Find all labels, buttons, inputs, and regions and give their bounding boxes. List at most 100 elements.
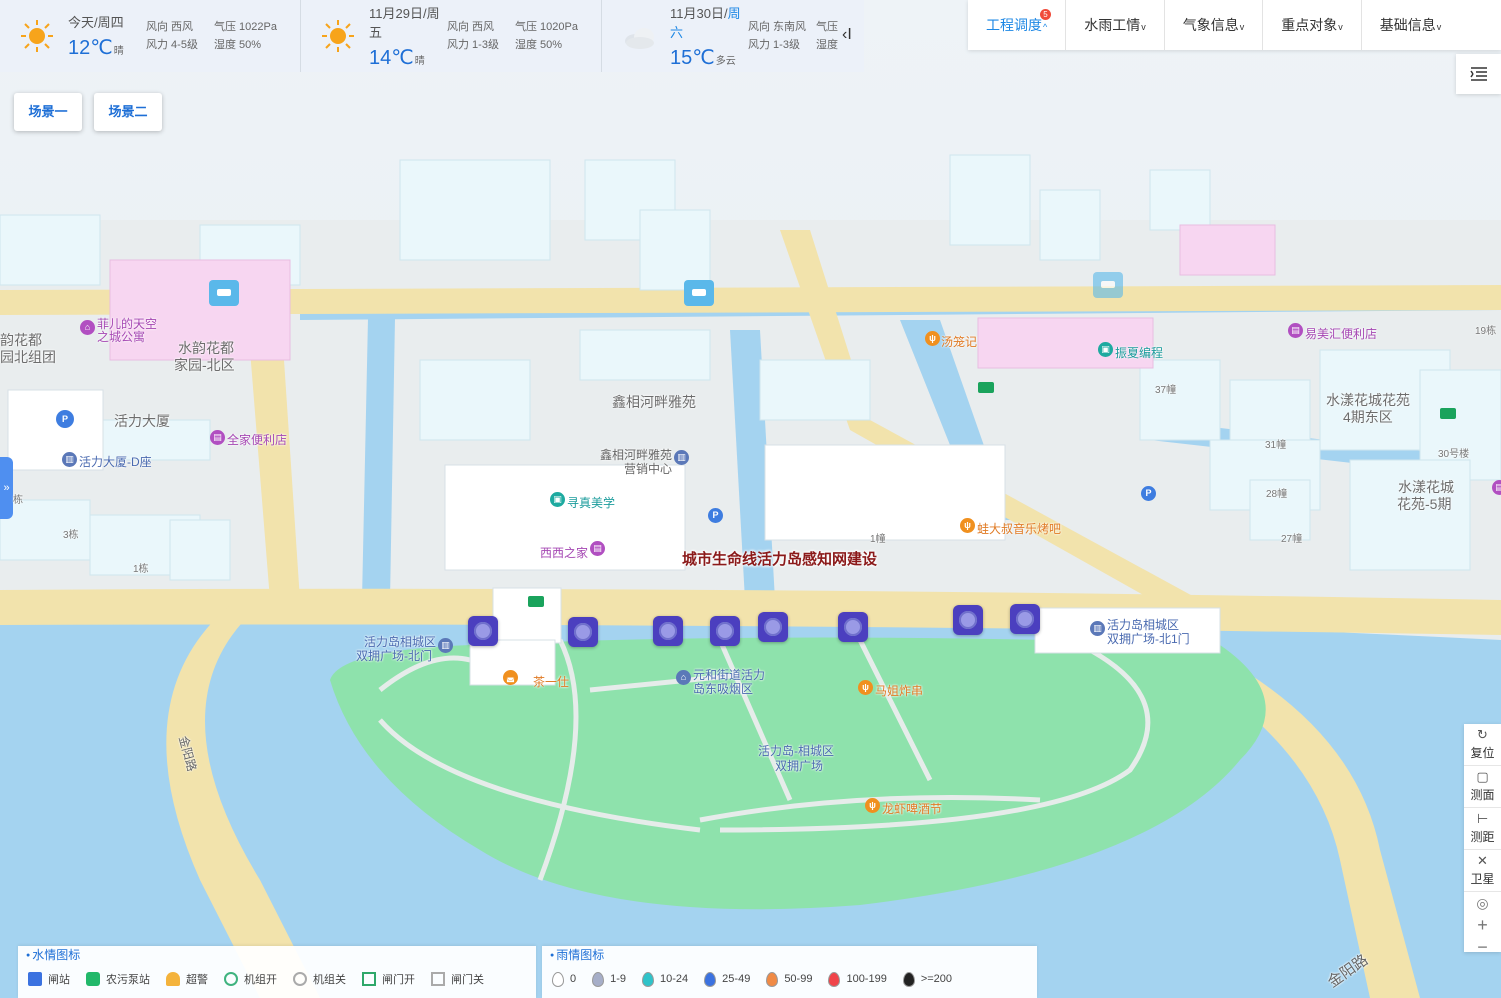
weather-day-2: 11月30日/周六 15℃多云 风向 东南风 风力 1-3级 气压 湿度 xyxy=(601,0,864,72)
legend-item: 机组开 xyxy=(224,971,277,987)
sensor-marker[interactable] xyxy=(838,612,868,642)
map-label: 双拥广场-北门 xyxy=(356,649,432,663)
map-label: 蛙大叔音乐烤吧 xyxy=(977,522,1062,536)
zoom-in-button[interactable]: + xyxy=(1464,914,1501,936)
building-icon[interactable]: ▥ xyxy=(674,450,689,465)
building-number: 31幢 xyxy=(1265,440,1287,451)
reset-button[interactable]: ↻ 复位 xyxy=(1464,724,1501,766)
raindrop-icon xyxy=(766,971,779,987)
water-legend: 水情图标 闸站 农污泵站 超警 机组开 机组关 闸门开 闸门关 xyxy=(18,946,536,998)
weather-bar: 今天/周四 12℃晴 风向 西风 风力 4-5级 气压 1022Pa 湿度 50% … xyxy=(0,0,864,72)
legend-item: 0 xyxy=(552,971,576,987)
map-label: 寻真美学 xyxy=(567,496,616,510)
pump-station-icon[interactable] xyxy=(1093,272,1123,298)
store-icon[interactable]: ▤ xyxy=(590,541,605,556)
humidity: 湿度 50% xyxy=(515,39,563,51)
parking-icon[interactable]: P xyxy=(1141,486,1156,501)
notification-badge: 5 xyxy=(1040,9,1051,20)
store-icon[interactable]: ▤ xyxy=(210,430,225,445)
map-label: 振夏编程 xyxy=(1115,346,1164,360)
measure-distance-button[interactable]: ⊢ 测距 xyxy=(1464,808,1501,850)
education-icon[interactable]: ▣ xyxy=(1098,342,1113,357)
map-label: 鑫相河畔雅苑 xyxy=(612,394,696,410)
map-label: 家园-北区 xyxy=(174,357,235,373)
legend-item: 100-199 xyxy=(828,971,887,987)
smoking-area-icon[interactable]: ⌂ xyxy=(676,670,691,685)
map-label: 营销中心 xyxy=(624,462,673,476)
menu-basic-info[interactable]: 基础信息v xyxy=(1362,0,1460,50)
pump-station-icon[interactable] xyxy=(209,280,239,306)
building-number: 19栋 xyxy=(1475,326,1497,337)
parking-icon[interactable]: P xyxy=(708,508,723,523)
pump-station-icon[interactable] xyxy=(684,280,714,306)
sun-icon xyxy=(21,20,53,52)
map-label: 全家便利店 xyxy=(227,433,288,447)
map-tools-panel: ↻ 复位 ▢ 测面 ⊢ 测距 ✕ 卫星 ◎ + − xyxy=(1464,724,1501,957)
sluice-station-icon[interactable] xyxy=(1440,408,1456,419)
layer-list-button[interactable] xyxy=(1456,54,1501,94)
building-number: 栋 xyxy=(13,495,23,506)
building-icon[interactable]: ▥ xyxy=(62,452,77,467)
expand-left-panel-button[interactable]: » xyxy=(0,457,13,519)
menu-water-rain[interactable]: 水雨工情v xyxy=(1066,0,1165,50)
map-label: 茶一仕 xyxy=(533,675,570,689)
sensor-marker[interactable] xyxy=(1010,604,1040,634)
cafe-icon[interactable]: ◛ xyxy=(503,670,518,685)
map-label: 活力大厦-D座 xyxy=(79,455,152,469)
map-label: 岛东吸烟区 xyxy=(693,682,754,696)
legend-item: 机组关 xyxy=(293,971,346,987)
scene-one-button[interactable]: 场景一 xyxy=(14,93,82,131)
sensor-marker[interactable] xyxy=(710,616,740,646)
wind-force: 风力 1-3级 xyxy=(748,39,800,51)
chevron-down-icon: v xyxy=(1239,22,1245,32)
parking-icon[interactable]: P xyxy=(56,410,74,428)
restaurant-icon[interactable]: ψ xyxy=(925,331,940,346)
measure-distance-icon: ⊢ xyxy=(1476,811,1489,826)
legend-item: 25-49 xyxy=(704,971,750,987)
unit-off-icon xyxy=(293,972,307,986)
satellite-icon: ✕ xyxy=(1477,853,1488,868)
zoom-out-button[interactable]: − xyxy=(1464,936,1501,958)
gate-closed-icon xyxy=(431,972,445,986)
map-label: 之城公寓 xyxy=(97,330,146,344)
weather-temp: 15℃多云 xyxy=(670,46,736,69)
raindrop-icon xyxy=(552,971,564,987)
restaurant-icon[interactable]: ψ xyxy=(865,798,880,813)
hotel-icon[interactable]: ⌂ xyxy=(80,320,95,335)
sluice-station-icon[interactable] xyxy=(528,596,544,607)
sewage-pump-icon xyxy=(86,972,100,986)
sensor-marker[interactable] xyxy=(758,612,788,642)
sensor-marker[interactable] xyxy=(953,605,983,635)
raindrop-icon xyxy=(704,971,717,987)
locate-icon[interactable]: ◎ xyxy=(1464,892,1501,914)
store-icon[interactable]: ▤ xyxy=(1288,323,1303,338)
map-label: 园北组团 xyxy=(0,349,56,365)
measure-area-button[interactable]: ▢ 测面 xyxy=(1464,766,1501,808)
wind-direction: 风向 西风 xyxy=(146,21,194,33)
restaurant-icon[interactable]: ψ xyxy=(960,518,975,533)
weather-day-1: 11月29日/周五 14℃晴 风向 西风 风力 1-3级 气压 1020Pa 湿度 … xyxy=(300,0,601,72)
collapse-weather-icon[interactable]: ‹I xyxy=(842,26,852,44)
wind-direction: 风向 西风 xyxy=(447,21,495,33)
menu-weather-info[interactable]: 气象信息v xyxy=(1165,0,1264,50)
legend-item: 超警 xyxy=(166,971,208,987)
sensor-marker[interactable] xyxy=(568,617,598,647)
humidity: 湿度 50% xyxy=(214,39,262,51)
building-icon[interactable]: ▥ xyxy=(1090,621,1105,636)
sensor-marker[interactable] xyxy=(468,616,498,646)
menu-engineering-dispatch[interactable]: 工程调度^ 5 xyxy=(968,0,1067,50)
scene-two-button[interactable]: 场景二 xyxy=(94,93,162,131)
raindrop-icon xyxy=(902,971,915,987)
building-number: 1栋 xyxy=(133,564,149,575)
store-icon[interactable]: ▤ xyxy=(1492,480,1501,495)
satellite-button[interactable]: ✕ 卫星 xyxy=(1464,850,1501,892)
sensor-marker[interactable] xyxy=(653,616,683,646)
menu-key-objects[interactable]: 重点对象v xyxy=(1263,0,1362,50)
legend-item: 10-24 xyxy=(642,971,688,987)
restaurant-icon[interactable]: ψ xyxy=(858,680,873,695)
map-label: 易美汇便利店 xyxy=(1305,327,1378,341)
building-icon[interactable]: ▥ xyxy=(438,638,453,653)
education-icon[interactable]: ▣ xyxy=(550,492,565,507)
chevron-down-icon: v xyxy=(1338,22,1343,32)
sluice-station-icon[interactable] xyxy=(978,382,994,393)
